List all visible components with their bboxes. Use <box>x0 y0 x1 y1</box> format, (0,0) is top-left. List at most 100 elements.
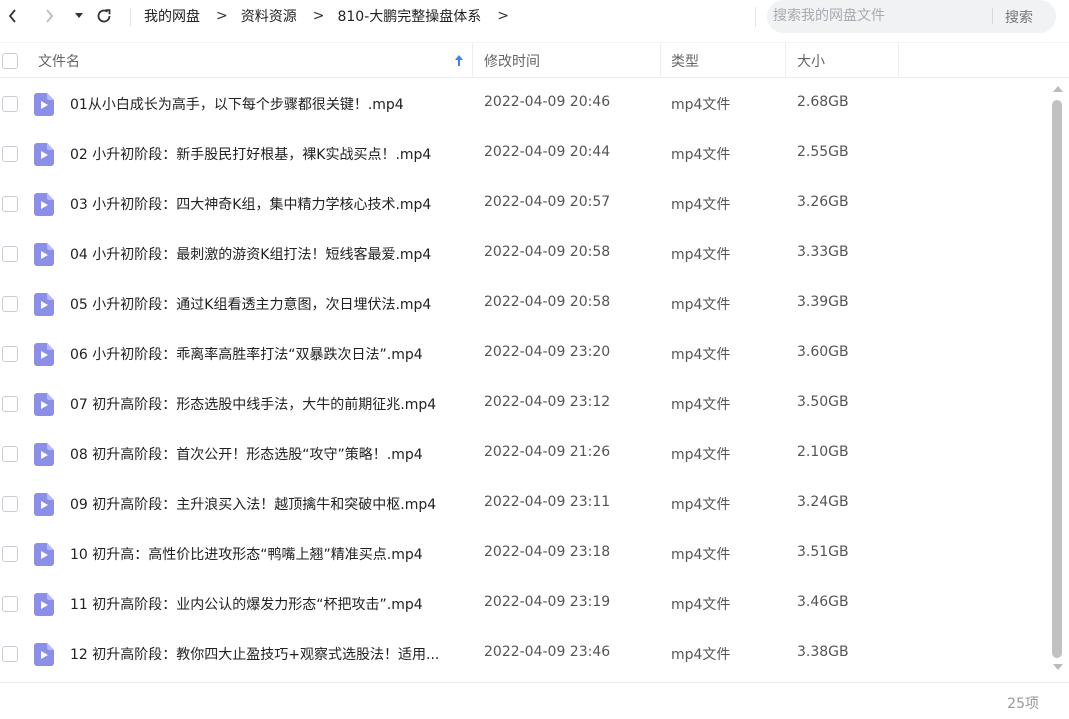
back-button[interactable] <box>1 4 25 28</box>
breadcrumb-separator: > <box>216 8 228 24</box>
file-modified: 2022-04-09 23:19 <box>484 594 611 610</box>
column-divider[interactable] <box>898 43 899 78</box>
refresh-button[interactable] <box>92 4 116 28</box>
file-row[interactable]: 12 初升高阶段：教你四大止盈技巧+观察式选股法！适用... 2022-04-09… <box>0 629 1050 679</box>
search-input[interactable] <box>773 6 983 26</box>
file-type: mp4文件 <box>671 497 731 513</box>
row-checkbox[interactable] <box>2 246 18 262</box>
refresh-icon <box>97 9 111 23</box>
file-modified: 2022-04-09 20:58 <box>484 294 611 310</box>
file-row[interactable]: 10 初升高：高性价比进攻形态“鸭嘴上翘”精准买点.mp4 2022-04-09 … <box>0 529 1050 579</box>
file-row[interactable]: 04 小升初阶段：最刺激的游资K组打法！短线客最爱.mp4 2022-04-09 … <box>0 229 1050 279</box>
scroll-up-arrow[interactable] <box>1053 86 1063 92</box>
file-name[interactable]: 11 初升高阶段：业内公认的爆发力形态“杯把攻击”.mp4 <box>70 594 465 614</box>
column-divider[interactable] <box>785 43 786 78</box>
file-row[interactable]: 08 初升高阶段：首次公开！形态选股“攻守”策略！.mp4 2022-04-09 … <box>0 429 1050 479</box>
item-count: 25项 <box>1007 696 1039 712</box>
column-size-label: 大小 <box>797 53 825 70</box>
breadcrumb-item-resources[interactable]: 资料资源 <box>241 6 297 26</box>
column-type[interactable]: 类型 <box>671 43 699 78</box>
breadcrumb-item-root[interactable]: 我的网盘 <box>144 6 200 26</box>
file-row[interactable]: 09 初升高阶段：主升浪买入法！越顶擒牛和突破中枢.mp4 2022-04-09 … <box>0 479 1050 529</box>
file-type: mp4文件 <box>671 347 731 363</box>
file-row[interactable]: 06 小升初阶段：乖离率高胜率打法“双暴跌次日法”.mp4 2022-04-09 … <box>0 329 1050 379</box>
search-button[interactable]: 搜索 <box>1005 7 1033 27</box>
row-checkbox[interactable] <box>2 346 18 362</box>
file-modified: 2022-04-09 23:18 <box>484 544 611 560</box>
column-divider[interactable] <box>472 43 473 78</box>
search-divider <box>992 8 993 24</box>
select-all-checkbox[interactable] <box>2 43 18 78</box>
row-checkbox[interactable] <box>2 446 18 462</box>
file-modified: 2022-04-09 23:11 <box>484 494 611 510</box>
file-type: mp4文件 <box>671 197 731 213</box>
column-size[interactable]: 大小 <box>797 43 825 78</box>
file-size: 2.10GB <box>797 444 849 460</box>
breadcrumb-separator: > <box>312 8 325 24</box>
column-type-label: 类型 <box>671 53 699 70</box>
row-checkbox[interactable] <box>2 196 18 212</box>
file-type: mp4文件 <box>671 297 731 313</box>
video-file-icon <box>34 343 54 366</box>
file-size: 2.55GB <box>797 144 849 160</box>
file-row[interactable]: 07 初升高阶段：形态选股中线手法，大牛的前期征兆.mp4 2022-04-09 … <box>0 379 1050 429</box>
row-checkbox[interactable] <box>2 296 18 312</box>
row-checkbox[interactable] <box>2 596 18 612</box>
file-row[interactable]: 01从小白成长为高手，以下每个步骤都很关键！.mp4 2022-04-09 20:… <box>0 79 1050 129</box>
file-type: mp4文件 <box>671 397 731 413</box>
file-name[interactable]: 10 初升高：高性价比进攻形态“鸭嘴上翘”精准买点.mp4 <box>70 544 465 564</box>
row-checkbox[interactable] <box>2 646 18 662</box>
file-row[interactable]: 02 小升初阶段：新手股民打好根基，裸K实战买点！.mp4 2022-04-09 … <box>0 129 1050 179</box>
column-modified[interactable]: 修改时间 <box>484 43 540 78</box>
file-name[interactable]: 01从小白成长为高手，以下每个步骤都很关键！.mp4 <box>70 94 465 114</box>
video-file-icon <box>34 443 54 466</box>
row-checkbox[interactable] <box>2 546 18 562</box>
history-dropdown-button[interactable] <box>67 4 91 28</box>
file-name[interactable]: 02 小升初阶段：新手股民打好根基，裸K实战买点！.mp4 <box>70 144 465 164</box>
file-modified: 2022-04-09 20:44 <box>484 144 611 160</box>
caret-down-icon <box>75 13 83 18</box>
file-size: 3.24GB <box>797 494 849 510</box>
file-name[interactable]: 12 初升高阶段：教你四大止盈技巧+观察式选股法！适用... <box>70 644 465 664</box>
file-type: mp4文件 <box>671 247 731 263</box>
file-name[interactable]: 04 小升初阶段：最刺激的游资K组打法！短线客最爱.mp4 <box>70 244 465 264</box>
file-row[interactable]: 11 初升高阶段：业内公认的爆发力形态“杯把攻击”.mp4 2022-04-09 … <box>0 579 1050 629</box>
top-toolbar: 我的网盘 > 资料资源 > 810-大鹏完整操盘体系 > 搜索 <box>0 0 1069 34</box>
video-file-icon <box>34 193 54 216</box>
file-row[interactable]: 05 小升初阶段：通过K组看透主力意图，次日埋伏法.mp4 2022-04-09 … <box>0 279 1050 329</box>
file-size: 2.68GB <box>797 94 849 110</box>
column-divider[interactable] <box>660 43 661 78</box>
video-file-icon <box>34 643 54 666</box>
file-type: mp4文件 <box>671 447 731 463</box>
file-type: mp4文件 <box>671 547 731 563</box>
chevron-right-icon <box>46 9 54 23</box>
file-type: mp4文件 <box>671 97 731 113</box>
file-name[interactable]: 03 小升初阶段：四大神奇K组，集中精力学核心技术.mp4 <box>70 194 465 214</box>
breadcrumb-item-current[interactable]: 810-大鹏完整操盘体系 <box>337 6 481 26</box>
scrollbar-thumb[interactable] <box>1052 100 1062 658</box>
file-size: 3.33GB <box>797 244 849 260</box>
column-name[interactable]: 文件名 <box>38 43 470 78</box>
column-modified-label: 修改时间 <box>484 53 540 70</box>
file-modified: 2022-04-09 23:20 <box>484 344 611 360</box>
row-checkbox[interactable] <box>2 496 18 512</box>
file-name[interactable]: 09 初升高阶段：主升浪买入法！越顶擒牛和突破中枢.mp4 <box>70 494 465 514</box>
file-modified: 2022-04-09 23:12 <box>484 394 611 410</box>
scroll-down-arrow[interactable] <box>1053 664 1063 670</box>
file-size: 3.60GB <box>797 344 849 360</box>
toolbar-divider <box>130 8 131 26</box>
file-type: mp4文件 <box>671 647 731 663</box>
file-row[interactable]: 03 小升初阶段：四大神奇K组，集中精力学核心技术.mp4 2022-04-09 … <box>0 179 1050 229</box>
row-checkbox[interactable] <box>2 146 18 162</box>
video-file-icon <box>34 243 54 266</box>
arrow-up-icon <box>455 55 463 66</box>
row-checkbox[interactable] <box>2 396 18 412</box>
file-name[interactable]: 06 小升初阶段：乖离率高胜率打法“双暴跌次日法”.mp4 <box>70 344 465 364</box>
file-modified: 2022-04-09 20:57 <box>484 194 611 210</box>
file-name[interactable]: 07 初升高阶段：形态选股中线手法，大牛的前期征兆.mp4 <box>70 394 465 414</box>
forward-button[interactable] <box>37 4 61 28</box>
file-name[interactable]: 05 小升初阶段：通过K组看透主力意图，次日埋伏法.mp4 <box>70 294 465 314</box>
row-checkbox[interactable] <box>2 96 18 112</box>
file-name[interactable]: 08 初升高阶段：首次公开！形态选股“攻守”策略！.mp4 <box>70 444 465 464</box>
file-size: 3.26GB <box>797 194 849 210</box>
